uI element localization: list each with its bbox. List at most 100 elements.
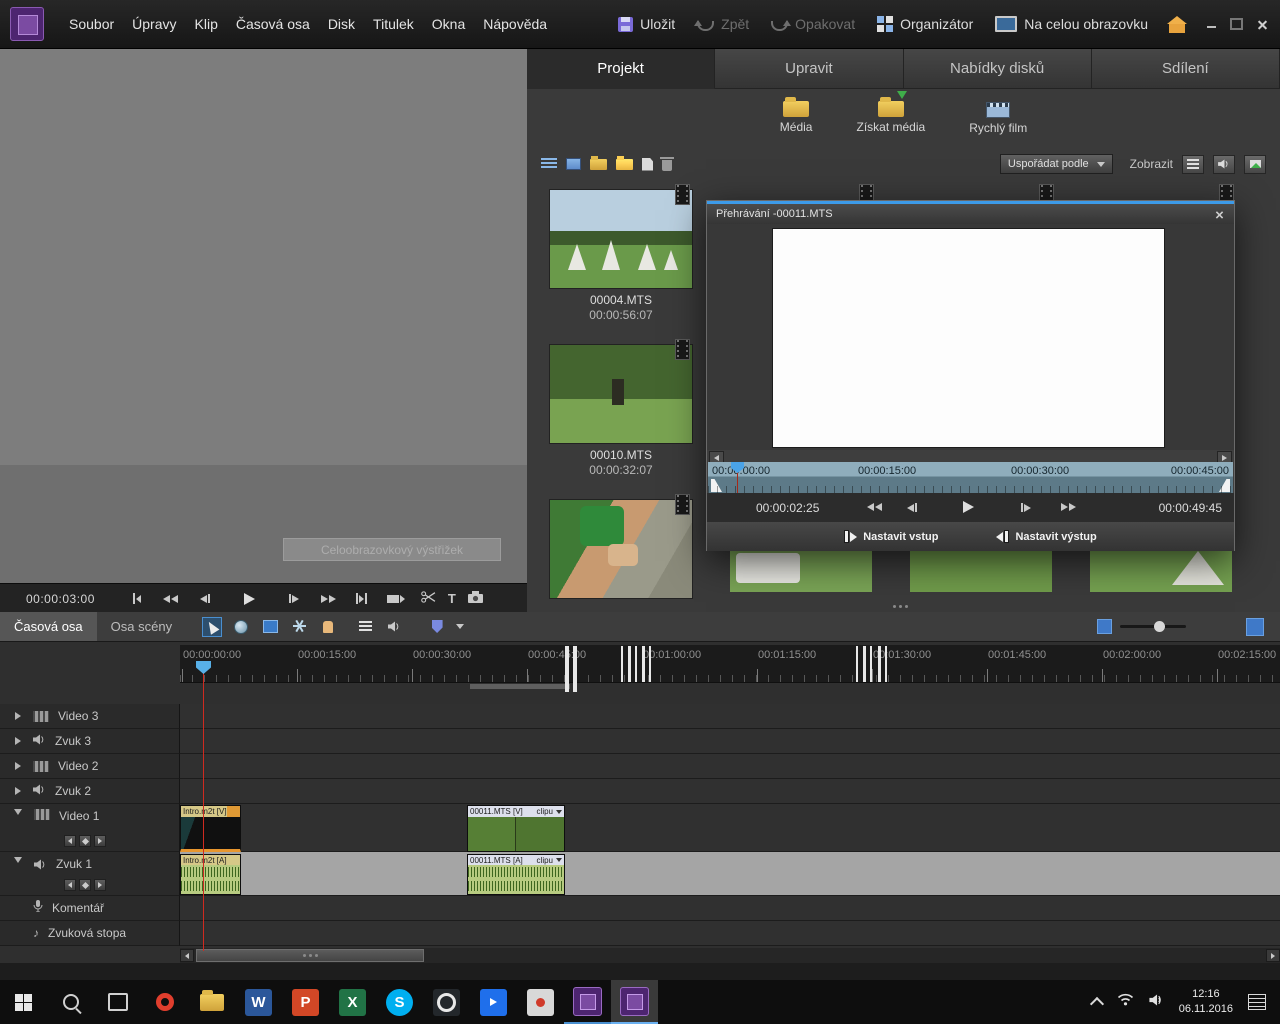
play-button[interactable] xyxy=(244,593,255,605)
menu-titulek[interactable]: Titulek xyxy=(364,16,423,32)
set-out-button[interactable]: Nastavit výstup xyxy=(996,530,1096,543)
marquee-tool-icon[interactable] xyxy=(260,617,280,637)
scroll-left-icon[interactable] xyxy=(180,949,194,962)
network-icon[interactable] xyxy=(1117,993,1134,1011)
track-header-zvuk2[interactable]: Zvuk 2 xyxy=(0,779,180,804)
clip-00011-video[interactable]: 00011.MTS [V] clipu xyxy=(467,805,565,852)
scrollbar-thumb[interactable] xyxy=(196,949,424,962)
expand-icon[interactable] xyxy=(15,787,21,795)
track-lane-video1[interactable] xyxy=(180,804,1280,852)
task-view-button[interactable] xyxy=(94,980,141,1024)
out-point-handle[interactable] xyxy=(1219,479,1230,492)
insert-clip-icon[interactable] xyxy=(387,595,405,603)
taskbar-app-explorer[interactable] xyxy=(188,980,235,1024)
media-item-partial[interactable] xyxy=(550,500,692,598)
media-button[interactable]: Média xyxy=(780,95,813,134)
menu-disk[interactable]: Disk xyxy=(319,16,364,32)
menu-klip[interactable]: Klip xyxy=(186,16,227,32)
next-keyframe-icon[interactable] xyxy=(94,835,106,847)
list-view-icon[interactable] xyxy=(541,158,557,170)
track-lane-zvuk1[interactable] xyxy=(180,852,1280,896)
audio-mix-icon[interactable] xyxy=(384,617,404,637)
properties-icon[interactable] xyxy=(355,617,375,637)
clock[interactable]: 12:16 06.11.2016 xyxy=(1179,987,1233,1017)
taskbar-app-skype[interactable]: S xyxy=(376,980,423,1024)
redo-button[interactable]: Opakovat xyxy=(760,16,866,32)
new-folder-icon[interactable] xyxy=(590,159,607,170)
trash-icon[interactable] xyxy=(662,160,672,171)
track-header-video1[interactable]: Video 1 xyxy=(0,804,180,852)
collapse-icon[interactable] xyxy=(14,857,22,863)
marker-menu-caret-icon[interactable] xyxy=(456,624,464,629)
frame-forward-icon[interactable] xyxy=(289,594,299,603)
media-item-00010[interactable]: 00010.MTS 00:00:32:07 xyxy=(550,345,692,477)
in-point-handle[interactable] xyxy=(711,479,722,492)
dialog-close-icon[interactable] xyxy=(1215,210,1224,219)
track-lane-zvuk3[interactable] xyxy=(180,729,1280,754)
tray-expand-icon[interactable] xyxy=(1090,996,1104,1010)
filter-audio-icon[interactable] xyxy=(1213,155,1235,174)
tab-timeline[interactable]: Časová osa xyxy=(0,612,97,641)
media-thumbnail-partial[interactable] xyxy=(1090,551,1232,592)
track-lane-video2[interactable] xyxy=(180,754,1280,779)
dialog-frame-back-icon[interactable] xyxy=(907,503,917,512)
media-thumbnail-partial[interactable] xyxy=(730,551,872,592)
dialog-titlebar[interactable]: Přehrávání -00011.MTS xyxy=(707,204,1234,224)
timeline-ruler[interactable]: 00:00:00:00 00:00:15:00 00:00:30:00 00:0… xyxy=(180,645,1280,683)
track-lane-video3[interactable] xyxy=(180,704,1280,729)
next-keyframe-icon[interactable] xyxy=(94,879,106,891)
menu-soubor[interactable]: Soubor xyxy=(60,16,123,32)
taskbar-app-powerpoint[interactable]: P xyxy=(282,980,329,1024)
grid-view-icon[interactable] xyxy=(566,158,581,170)
zoom-slider-thumb[interactable] xyxy=(1154,621,1165,632)
snap-tool-icon[interactable] xyxy=(289,617,309,637)
taskbar-app-recorder[interactable] xyxy=(423,980,470,1024)
save-button[interactable]: Uložit xyxy=(607,16,686,32)
track-header-video3[interactable]: Video 3 xyxy=(0,704,180,729)
track-lane-komentar[interactable] xyxy=(180,896,1280,921)
prev-keyframe-icon[interactable] xyxy=(64,835,76,847)
zoom-in-icon[interactable] xyxy=(1246,618,1264,636)
snapshot-icon[interactable] xyxy=(468,590,483,608)
tab-sdileni[interactable]: Sdílení xyxy=(1092,48,1280,89)
filter-photo-icon[interactable] xyxy=(1244,155,1266,174)
track-header-zvuk3[interactable]: Zvuk 3 xyxy=(0,729,180,754)
expand-icon[interactable] xyxy=(15,762,21,770)
dialog-ruler[interactable]: 00:00:00:00 00:00:15:00 00:00:30:00 00:0… xyxy=(708,462,1233,493)
quick-movie-button[interactable]: Rychlý film xyxy=(969,95,1027,135)
dialog-frame-forward-icon[interactable] xyxy=(1021,503,1031,512)
minimize-button[interactable] xyxy=(1207,26,1216,28)
track-lane-zvuk2[interactable] xyxy=(180,779,1280,804)
sort-dropdown[interactable]: Uspořádat podle xyxy=(1000,154,1113,174)
chevron-down-icon[interactable] xyxy=(556,810,562,814)
clip-menu-label[interactable]: clipu xyxy=(537,807,553,816)
dialog-rewind-icon[interactable] xyxy=(867,503,882,511)
taskbar-app-word[interactable]: W xyxy=(235,980,282,1024)
media-item-00004[interactable]: 00004.MTS 00:00:56:07 xyxy=(550,190,692,322)
tab-projekt[interactable]: Projekt xyxy=(527,48,715,89)
track-lane-zvukova-stopa[interactable] xyxy=(180,921,1280,946)
track-header-zvuk1[interactable]: Zvuk 1 xyxy=(0,852,180,896)
clip-menu-label[interactable]: clipu xyxy=(537,856,553,865)
add-keyframe-icon[interactable] xyxy=(79,879,91,891)
smart-trim-tool-icon[interactable] xyxy=(318,617,338,637)
menu-okna[interactable]: Okna xyxy=(423,16,474,32)
maximize-button[interactable] xyxy=(1230,18,1243,30)
add-folder-icon[interactable] xyxy=(616,159,633,170)
add-marker-icon[interactable] xyxy=(133,593,141,604)
timeline-scrollbar[interactable] xyxy=(180,948,1280,963)
menu-upravy[interactable]: Úpravy xyxy=(123,16,185,32)
menu-napoveda[interactable]: Nápověda xyxy=(474,16,556,32)
organizer-button[interactable]: Organizátor xyxy=(866,16,984,32)
close-button[interactable] xyxy=(1257,19,1268,30)
taskbar-app-light[interactable] xyxy=(517,980,564,1024)
track-header-video2[interactable]: Video 2 xyxy=(0,754,180,779)
web-tool-icon[interactable] xyxy=(231,617,251,637)
action-center-icon[interactable] xyxy=(1248,994,1266,1010)
clip-intro-video[interactable]: Intro.m2t [V] xyxy=(180,805,241,852)
taskbar-app-excel[interactable]: X xyxy=(329,980,376,1024)
menu-casova-osa[interactable]: Časová osa xyxy=(227,16,319,32)
dialog-play-button[interactable] xyxy=(963,501,974,513)
taskbar-app-blue[interactable] xyxy=(470,980,517,1024)
text-tool-icon[interactable]: T xyxy=(448,591,456,606)
